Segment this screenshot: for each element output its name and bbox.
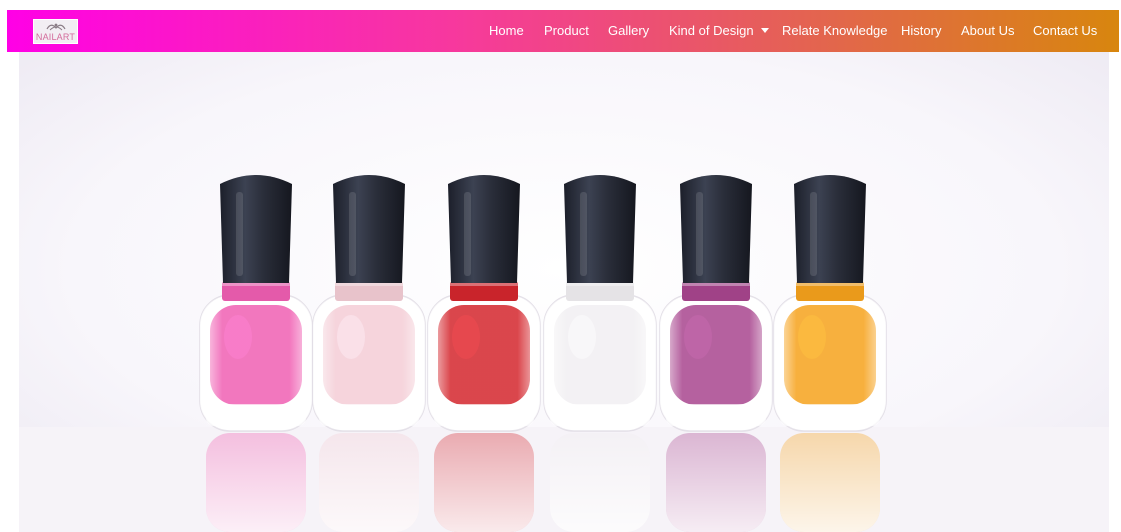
nav-kind-of-design-label: Kind of Design: [669, 23, 754, 38]
nav-product[interactable]: Product: [544, 10, 589, 52]
nav-kind-of-design-dropdown[interactable]: Kind of Design: [669, 10, 769, 52]
hero-image: [19, 52, 1109, 532]
top-navbar: NAILART Home Product Gallery Kind of Des…: [7, 10, 1119, 52]
nav-home[interactable]: Home: [489, 10, 524, 52]
brand-logo[interactable]: NAILART: [33, 19, 78, 44]
nav-history[interactable]: History: [901, 10, 941, 52]
caret-down-icon: [760, 28, 769, 33]
nav-relate-knowledge[interactable]: Relate Knowledge: [782, 10, 888, 52]
nav-contact-us[interactable]: Contact Us: [1033, 10, 1097, 52]
nav-about-us[interactable]: About Us: [961, 10, 1014, 52]
brand-logo-text: NAILART: [35, 32, 76, 42]
nav-gallery[interactable]: Gallery: [608, 10, 649, 52]
nail-polish-bottles-photo: [19, 52, 1109, 532]
